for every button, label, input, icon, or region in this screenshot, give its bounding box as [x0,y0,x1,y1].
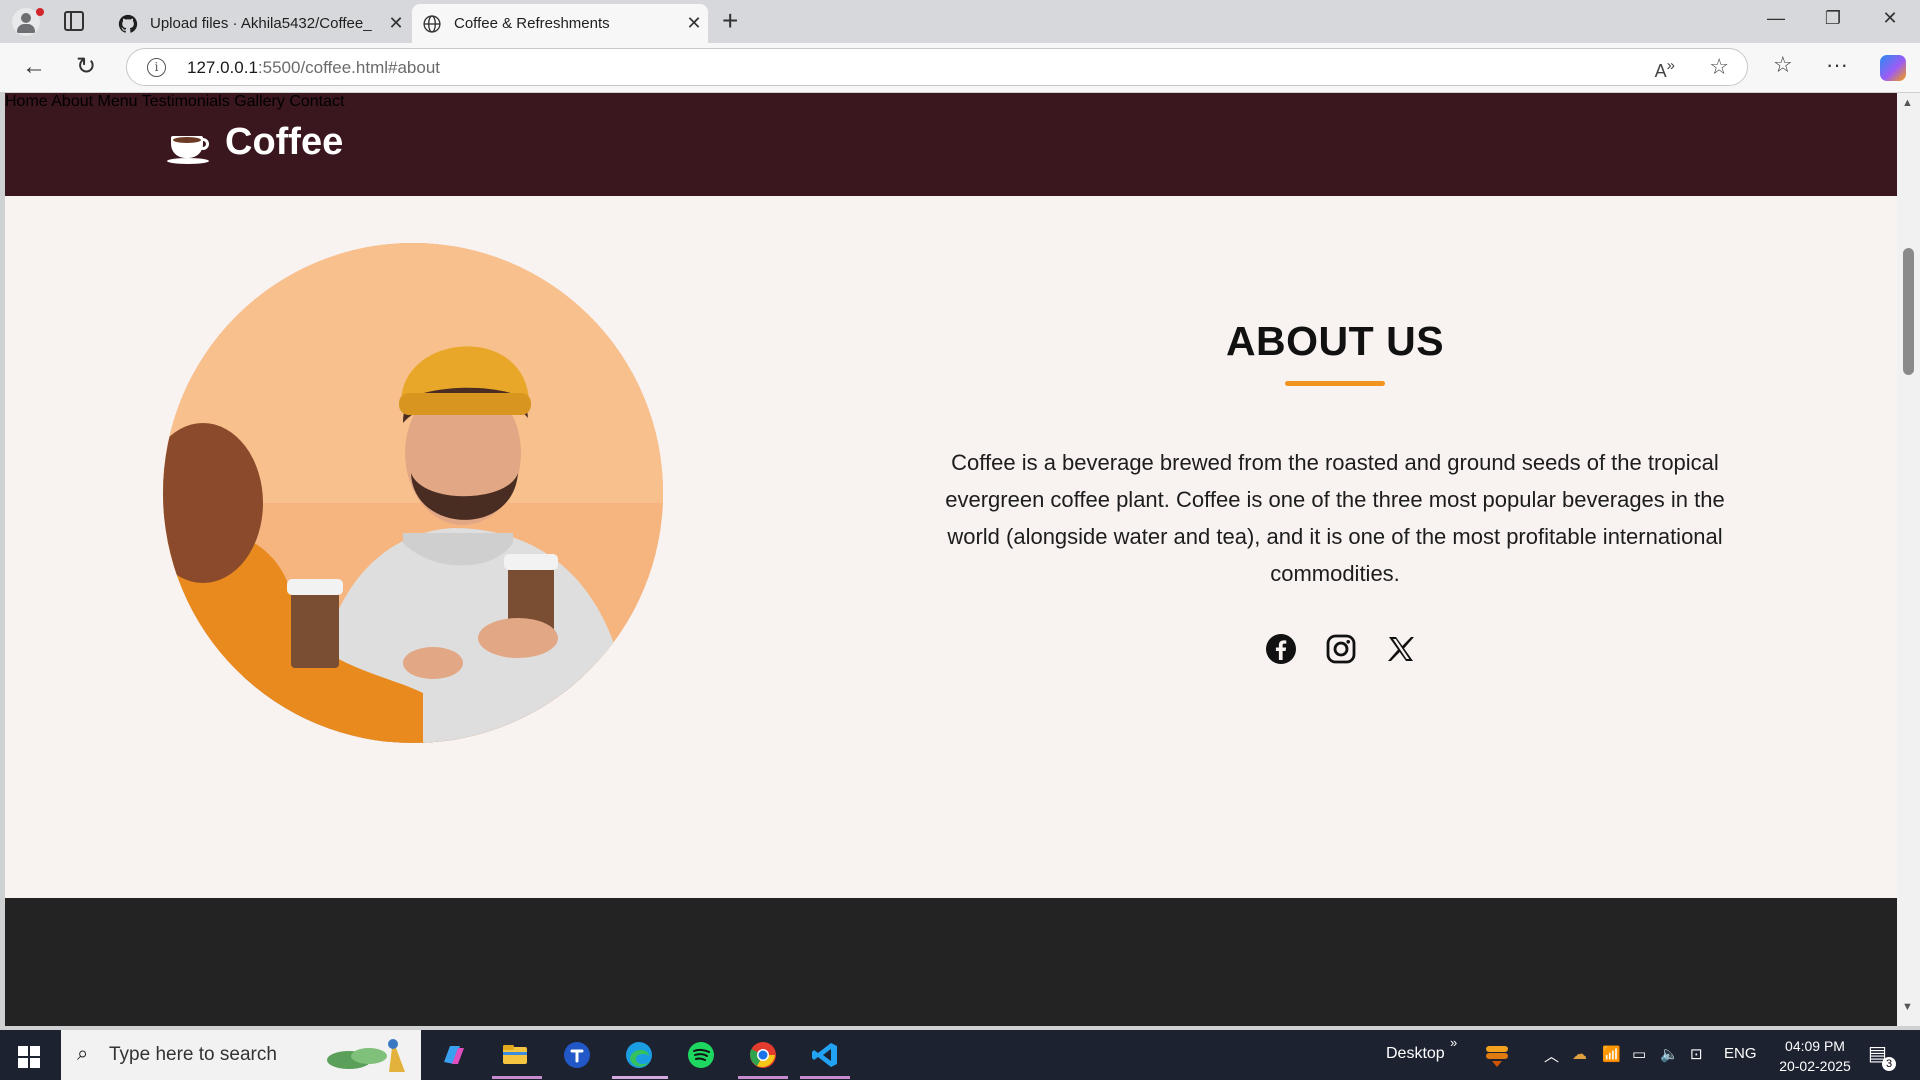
about-text: Coffee is a beverage brewed from the roa… [945,450,1725,586]
address-bar-row: ← ↻ i 127.0.0.1:5500/coffee.html#about A… [0,43,1920,92]
copilot-app-icon[interactable] [438,1040,468,1070]
favorites-icon[interactable]: ☆ [1773,52,1793,78]
nav-menu[interactable]: Menu [98,93,138,110]
nav-home[interactable]: Home [5,93,48,110]
language-indicator[interactable]: ENG [1724,1045,1757,1062]
favorite-star-icon[interactable]: ☆ [1709,54,1729,80]
todo-app-icon[interactable] [562,1040,592,1070]
facebook-icon[interactable] [1265,633,1297,665]
explorer-active-indicator [492,1076,542,1079]
restore-icon[interactable]: ❐ [1813,8,1853,29]
about-section: ABOUT US Coffee is a beverage brewed fro… [925,318,1745,592]
edge-active-indicator [612,1076,668,1079]
search-highlight-icon [327,1039,405,1072]
refresh-icon[interactable]: ↻ [76,53,96,81]
nav-contact[interactable]: Contact [289,93,344,110]
spotify-icon[interactable] [686,1040,716,1070]
brand-logo[interactable]: Coffee [167,121,343,164]
about-title: ABOUT US [1225,318,1445,364]
github-icon [118,14,138,33]
tab-coffee[interactable]: Coffee & Refreshments ✕ [412,4,708,43]
scroll-down-icon[interactable]: ▼ [1902,1001,1913,1013]
tab-title: Upload files · Akhila5432/Coffee_ [150,15,372,32]
file-explorer-icon[interactable] [500,1040,530,1070]
tab-title: Coffee & Refreshments [454,15,610,32]
battery-icon[interactable]: ▭ [1632,1045,1646,1063]
coffee-cup-icon [167,122,211,164]
volume-icon[interactable]: 🔈 [1660,1045,1679,1063]
brand-name: Coffee [225,121,344,163]
site-header: Coffee Home About Menu Testimonials Gall… [5,93,1897,196]
title-underline [1285,381,1385,386]
social-links [1265,633,1417,665]
x-icon[interactable] [1385,633,1417,665]
more-options-icon[interactable]: ··· [1826,52,1848,78]
tab-actions-icon[interactable] [64,11,84,31]
toolbar-expand-icon[interactable]: » [1450,1035,1457,1050]
edge-browser-icon[interactable] [624,1040,654,1070]
nav-about[interactable]: About [51,93,93,110]
notification-count: 3 [1882,1057,1896,1071]
site-footer [5,898,1897,1026]
search-icon: ⌕ [77,1043,89,1065]
site-info-icon[interactable]: i [147,58,166,77]
close-window-icon[interactable]: ✕ [1870,8,1910,29]
stack-app-icon[interactable] [1482,1040,1512,1070]
browser-tab-bar: Upload files · Akhila5432/Coffee_ ✕ Coff… [0,0,1920,43]
profile-avatar-icon[interactable] [12,8,44,36]
web-page: Coffee Home About Menu Testimonials Gall… [5,93,1897,1026]
network-icon[interactable]: 📶 [1602,1045,1621,1063]
nav-gallery[interactable]: Gallery [234,93,285,110]
new-tab-icon[interactable]: + [722,6,738,36]
instagram-icon[interactable] [1325,633,1357,665]
desktop-toolbar-label[interactable]: Desktop [1386,1045,1445,1063]
chrome-active-indicator [738,1076,788,1079]
read-aloud-icon[interactable]: A» [1655,57,1675,82]
chrome-icon[interactable] [748,1040,778,1070]
minimize-icon[interactable]: — [1756,8,1796,29]
page-scrollbar[interactable]: ▲ ▼ [1897,93,1920,1026]
vscode-active-indicator [800,1076,850,1079]
close-tab-icon[interactable]: ✕ [680,13,708,34]
vscode-icon[interactable] [810,1040,840,1070]
onedrive-icon[interactable]: ☁ [1572,1045,1587,1063]
clock[interactable]: 04:09 PM 20-02-2025 [1770,1036,1860,1076]
clock-date: 20-02-2025 [1779,1058,1851,1074]
search-placeholder: Type here to search [109,1044,277,1065]
url-text[interactable]: 127.0.0.1:5500/coffee.html#about [187,58,440,78]
display-icon[interactable]: ⊡ [1690,1045,1703,1063]
copilot-icon[interactable] [1880,55,1906,81]
back-icon[interactable]: ← [22,53,46,81]
about-photo [163,243,663,743]
clock-time: 04:09 PM [1785,1038,1845,1054]
scrollbar-thumb[interactable] [1903,248,1914,375]
taskbar: ⌕ Type here to search Desktop » ︿ ☁ 📶 ▭ … [0,1030,1920,1080]
windows-start-icon[interactable] [18,1046,40,1068]
taskbar-search[interactable]: ⌕ Type here to search [61,1030,421,1080]
globe-icon [423,14,441,33]
close-tab-icon[interactable]: ✕ [382,13,410,34]
nav-testimonials[interactable]: Testimonials [142,93,230,110]
url-field[interactable]: i 127.0.0.1:5500/coffee.html#about A» ☆ [126,48,1748,86]
scroll-up-icon[interactable]: ▲ [1902,97,1913,109]
show-hidden-icons[interactable]: ︿ [1544,1045,1559,1066]
tab-github-upload[interactable]: Upload files · Akhila5432/Coffee_ ✕ [108,4,410,43]
